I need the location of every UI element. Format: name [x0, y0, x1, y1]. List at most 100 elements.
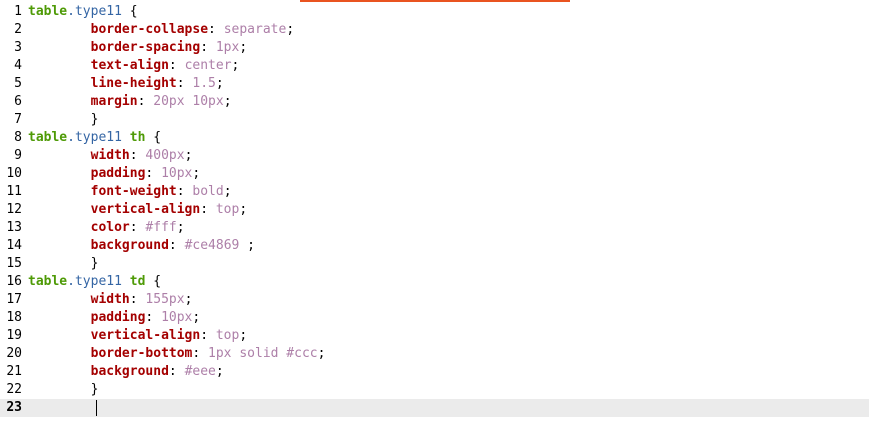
selector-class: .type11	[67, 130, 122, 145]
selector-class: .type11	[67, 4, 122, 19]
code-text: table.type11 td {	[28, 273, 161, 291]
code-text: table.type11 {	[28, 3, 138, 21]
selector-element: table	[28, 274, 68, 289]
code-text: border-spacing: 1px;	[28, 39, 248, 57]
css-property: vertical-align	[90, 202, 201, 217]
css-value: 1.5	[192, 76, 216, 91]
code-line[interactable]: 19 vertical-align: top;	[0, 327, 869, 345]
css-property: width	[90, 148, 130, 163]
code-line[interactable]: 2 border-collapse: separate;	[0, 21, 869, 39]
line-number: 11	[6, 184, 22, 199]
code-line[interactable]: 18 padding: 10px;	[0, 309, 869, 327]
code-text: vertical-align: top;	[28, 201, 248, 219]
code-text: color: #fff;	[28, 219, 185, 237]
code-line[interactable]: 3 border-spacing: 1px;	[0, 39, 869, 57]
code-line[interactable]: 12 vertical-align: top;	[0, 201, 869, 219]
css-value: 20px 10px	[153, 94, 224, 109]
code-text: background: #ce4869 ;	[28, 237, 255, 255]
semicolon: ;	[215, 76, 224, 91]
brace-open: {	[145, 130, 162, 145]
code-line[interactable]: 22 }	[0, 381, 869, 399]
line-number: 23	[6, 400, 22, 415]
css-value: 10px	[161, 166, 193, 181]
code-text: vertical-align: top;	[28, 327, 248, 345]
code-line[interactable]: 9 width: 400px;	[0, 147, 869, 165]
semicolon: ;	[239, 40, 248, 55]
code-text: padding: 10px;	[28, 309, 201, 327]
css-value: 1px solid #ccc	[208, 346, 318, 361]
selector-element: th	[129, 130, 146, 145]
code-text: text-align: center;	[28, 57, 240, 75]
css-value: top	[215, 202, 240, 217]
line-number: 10	[6, 166, 22, 181]
css-property: border-collapse	[90, 22, 209, 37]
code-line[interactable]: 10 padding: 10px;	[0, 165, 869, 183]
code-text: border-collapse: separate;	[28, 21, 295, 39]
semicolon: ;	[286, 22, 295, 37]
semicolon: ;	[192, 310, 201, 325]
code-text: table.type11 th {	[28, 129, 161, 147]
line-number: 5	[14, 76, 22, 91]
code-line[interactable]: 4 text-align: center;	[0, 57, 869, 75]
semicolon: ;	[223, 94, 232, 109]
semicolon: ;	[317, 346, 326, 361]
brace-close: }	[90, 112, 99, 127]
css-value: #fff	[145, 220, 177, 235]
semicolon: ;	[184, 148, 193, 163]
code-line[interactable]: 16 table.type11 td {	[0, 273, 869, 291]
code-line[interactable]: 11 font-weight: bold;	[0, 183, 869, 201]
semicolon: ;	[239, 202, 248, 217]
code-line[interactable]: 13 color: #fff;	[0, 219, 869, 237]
css-property: font-weight	[90, 184, 177, 199]
line-number: 16	[6, 274, 22, 289]
code-line[interactable]: 21 background: #eee;	[0, 363, 869, 381]
semicolon: ;	[239, 238, 256, 253]
line-number: 6	[14, 94, 22, 109]
line-number: 13	[6, 220, 22, 235]
css-property: margin	[90, 94, 138, 109]
line-number: 17	[6, 292, 22, 307]
css-property: padding	[90, 310, 146, 325]
code-line[interactable]: 5 line-height: 1.5;	[0, 75, 869, 93]
semicolon: ;	[176, 220, 185, 235]
line-number: 3	[14, 40, 22, 55]
code-text: }	[28, 255, 99, 273]
brace-close: }	[90, 256, 99, 271]
code-line[interactable]: 20 border-bottom: 1px solid #ccc;	[0, 345, 869, 363]
semicolon: ;	[231, 58, 240, 73]
brace-close: }	[90, 382, 99, 397]
code-line[interactable]: 8 table.type11 th {	[0, 129, 869, 147]
code-line[interactable]: 15 }	[0, 255, 869, 273]
code-editor[interactable]: 1 table.type11 {2 border-collapse: separa…	[0, 3, 869, 431]
code-line[interactable]: 14 background: #ce4869 ;	[0, 237, 869, 255]
code-line[interactable]: 23	[0, 399, 869, 417]
selector-class: .type11	[67, 274, 122, 289]
semicolon: ;	[223, 184, 232, 199]
line-number: 4	[14, 58, 22, 73]
code-line[interactable]: 7 }	[0, 111, 869, 129]
code-line[interactable]: 1 table.type11 {	[0, 3, 869, 21]
line-number: 22	[6, 382, 22, 397]
css-property: line-height	[90, 76, 177, 91]
css-value: 10px	[161, 310, 193, 325]
css-property: background	[90, 238, 169, 253]
css-value: 155px	[145, 292, 185, 307]
semicolon: ;	[215, 364, 224, 379]
code-line[interactable]: 17 width: 155px;	[0, 291, 869, 309]
css-property: vertical-align	[90, 328, 201, 343]
css-property: border-spacing	[90, 40, 201, 55]
css-value: 400px	[145, 148, 185, 163]
code-line[interactable]: 6 margin: 20px 10px;	[0, 93, 869, 111]
